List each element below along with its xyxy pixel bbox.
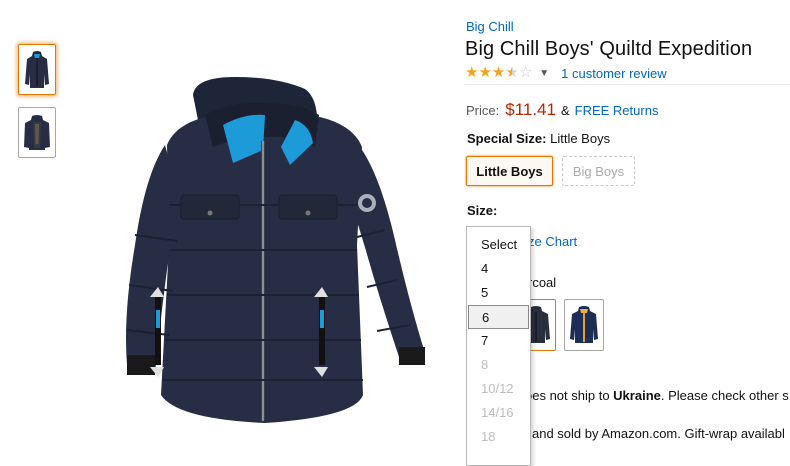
- shipping-notice: oes not ship to Ukraine. Please check ot…: [525, 388, 789, 403]
- size-option-6[interactable]: 6: [468, 305, 529, 329]
- special-size-big-boys-button[interactable]: Big Boys: [562, 156, 635, 186]
- star-full-icon: ★: [491, 64, 506, 81]
- color-swatch-navy[interactable]: [564, 299, 604, 351]
- size-option-5[interactable]: 5: [467, 281, 530, 305]
- price-joiner: &: [560, 103, 570, 118]
- rating-row: ★ ★ ★ ★ ☆ ▼ 1 customer review: [465, 64, 667, 82]
- size-option-8: 8: [481, 357, 489, 372]
- size-option-select[interactable]: Select: [467, 233, 530, 257]
- shipping-suffix: . Please check other s: [660, 388, 789, 403]
- free-returns-link[interactable]: FREE Returns: [575, 103, 659, 118]
- thumbnail-open[interactable]: [18, 107, 56, 158]
- jacket-open-thumbnail-icon: [24, 114, 50, 150]
- shipping-prefix: oes not ship to: [525, 388, 614, 403]
- product-main-image[interactable]: [105, 55, 450, 445]
- star-half-icon: ★: [505, 64, 519, 81]
- divider: [465, 84, 790, 85]
- color-label: rcoal: [528, 275, 557, 290]
- size-option-14-16: 14/16: [481, 405, 514, 420]
- sold-by-notice: and sold by Amazon.com. Gift-wrap availa…: [532, 426, 785, 441]
- star-empty-icon: ☆: [518, 64, 533, 81]
- size-option-7[interactable]: 7: [467, 329, 530, 353]
- shipping-country: Ukraine: [613, 388, 661, 403]
- size-dropdown-list[interactable]: Select 4 5 6 7 8 10/12 14/16 18: [466, 226, 531, 466]
- star-full-icon: ★: [478, 64, 492, 81]
- price-row: Price: $11.41 & FREE Returns: [466, 100, 658, 120]
- star-rating[interactable]: ★ ★ ★ ★ ☆: [465, 65, 532, 81]
- size-option-18: 18: [481, 429, 496, 444]
- thumbnail-front[interactable]: [18, 44, 56, 95]
- special-size-little-boys-button[interactable]: Little Boys: [466, 156, 553, 186]
- jacket-navy-swatch-icon: [570, 306, 598, 343]
- size-option-10-12: 10/12: [481, 381, 514, 396]
- size-chart-link[interactable]: ze Chart: [528, 234, 577, 249]
- jacket-front-thumbnail-icon: [25, 50, 49, 88]
- star-full-icon: ★: [465, 64, 479, 81]
- brand-link[interactable]: Big Chill: [466, 19, 514, 34]
- price-label: Price:: [466, 103, 500, 118]
- product-title: Big Chill Boys' Quiltd Expedition: [465, 38, 753, 60]
- special-size-key: Special Size:: [467, 131, 547, 146]
- chevron-down-icon[interactable]: ▼: [539, 68, 549, 79]
- special-size-label: Special Size: Little Boys: [467, 131, 610, 146]
- size-option-4[interactable]: 4: [467, 257, 530, 281]
- size-label: Size:: [467, 203, 498, 218]
- special-size-value: Little Boys: [550, 131, 611, 146]
- price-value: $11.41: [505, 100, 556, 119]
- jacket-right-sleeve: [355, 147, 425, 363]
- customer-reviews-link[interactable]: 1 customer review: [561, 66, 666, 81]
